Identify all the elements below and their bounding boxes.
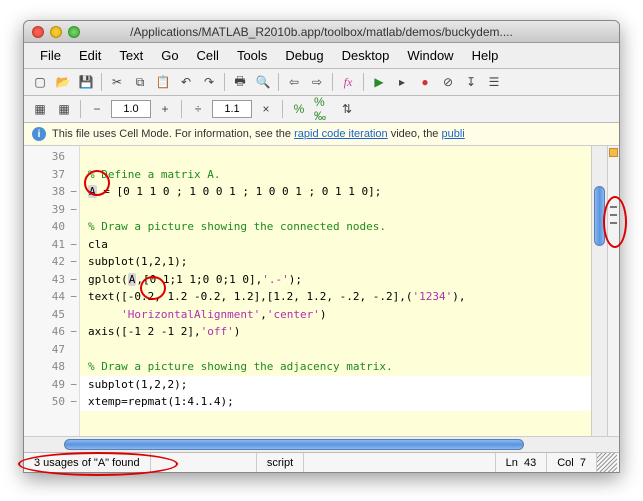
menu-window[interactable]: Window [399,46,461,65]
multiply-value[interactable]: 1.1 [212,100,252,118]
cut-icon[interactable]: ✂ [107,72,127,92]
copy-icon[interactable]: ⧉ [130,72,150,92]
cell-divider-icon[interactable]: %‰ [313,99,333,119]
cell-nav-icon[interactable]: ⇅ [337,99,357,119]
close-button[interactable] [32,26,44,38]
message-mark[interactable] [610,222,617,224]
code-analyzer-status-icon[interactable] [609,148,618,157]
breakpoint-icon[interactable]: ● [415,72,435,92]
main-toolbar: ▢ 📂 💾 ✂ ⧉ 📋 ↶ ↷ 🖶 🔍 ⇦ ⇨ fx ▶ ▸ ● ⊘ ↧ ☰ [24,69,619,96]
menu-cell[interactable]: Cell [189,46,227,65]
message-strip[interactable] [607,146,619,436]
vertical-scroll-thumb[interactable] [594,186,605,246]
menu-text[interactable]: Text [111,46,151,65]
clear-breakpoints-icon[interactable]: ⊘ [438,72,458,92]
info-text-prefix: This file uses Cell Mode. For informatio… [52,128,294,140]
function-hint-icon[interactable]: fx [338,72,358,92]
bookmark-back-icon[interactable]: ⇦ [284,72,304,92]
new-file-icon[interactable]: ▢ [30,72,50,92]
menu-desktop[interactable]: Desktop [334,46,398,65]
status-line: Ln 43 [496,453,548,472]
redo-icon[interactable]: ↷ [199,72,219,92]
zoom-button[interactable] [68,26,80,38]
code-editor[interactable]: 363738394041424344454647484950 % Define … [24,146,619,436]
save-icon[interactable]: 💾 [76,72,96,92]
eval-cell-icon[interactable]: ▦ [30,99,50,119]
times-icon[interactable]: × [256,99,276,119]
step-icon[interactable]: ↧ [461,72,481,92]
info-link-rapid[interactable]: rapid code iteration [294,128,388,140]
divide-icon[interactable]: ÷ [188,99,208,119]
code-area[interactable]: % Define a matrix A.A = [0 1 1 0 ; 1 0 0… [80,146,591,436]
plus-icon[interactable]: + [155,99,175,119]
line-gutter: 363738394041424344454647484950 [24,146,80,436]
cell-insert-icon[interactable]: % [289,99,309,119]
resize-handle[interactable] [597,453,617,472]
bookmark-fwd-icon[interactable]: ⇨ [307,72,327,92]
minus-icon[interactable]: − [87,99,107,119]
menu-tools[interactable]: Tools [229,46,275,65]
print-icon[interactable]: 🖶 [230,72,250,92]
info-link-publish[interactable]: publi [442,128,465,140]
menu-help[interactable]: Help [464,46,507,65]
menu-debug[interactable]: Debug [277,46,331,65]
editor-window: /Applications/MATLAB_R2010b.app/toolbox/… [23,20,620,473]
increment-value[interactable]: 1.0 [111,100,151,118]
status-col: Col 7 [547,453,597,472]
status-usages: 3 usages of "A" found [24,453,151,472]
menu-go[interactable]: Go [153,46,186,65]
run-advance-icon[interactable]: ▸ [392,72,412,92]
window-title: /Applications/MATLAB_R2010b.app/toolbox/… [24,25,619,39]
message-mark[interactable] [610,206,617,208]
open-file-icon[interactable]: 📂 [53,72,73,92]
message-mark[interactable] [610,214,617,216]
menu-edit[interactable]: Edit [71,46,109,65]
paste-icon[interactable]: 📋 [153,72,173,92]
eval-cell-advance-icon[interactable]: ▦ [54,99,74,119]
find-icon[interactable]: 🔍 [253,72,273,92]
stack-icon[interactable]: ☰ [484,72,504,92]
menu-bar: File Edit Text Go Cell Tools Debug Deskt… [24,43,619,69]
info-text-mid: video, the [388,128,442,140]
run-icon[interactable]: ▶ [369,72,389,92]
titlebar: /Applications/MATLAB_R2010b.app/toolbox/… [24,21,619,43]
horizontal-scroll-thumb[interactable] [64,439,524,450]
cell-toolbar: ▦ ▦ − 1.0 + ÷ 1.1 × % %‰ ⇅ [24,96,619,123]
undo-icon[interactable]: ↶ [176,72,196,92]
info-icon: i [32,127,46,141]
info-bar: i This file uses Cell Mode. For informat… [24,123,619,146]
menu-file[interactable]: File [32,46,69,65]
status-bar: 3 usages of "A" found script Ln 43 Col 7 [24,452,619,472]
minimize-button[interactable] [50,26,62,38]
vertical-scrollbar[interactable] [591,146,607,436]
status-filetype: script [257,453,304,472]
horizontal-scrollbar[interactable] [24,436,619,452]
